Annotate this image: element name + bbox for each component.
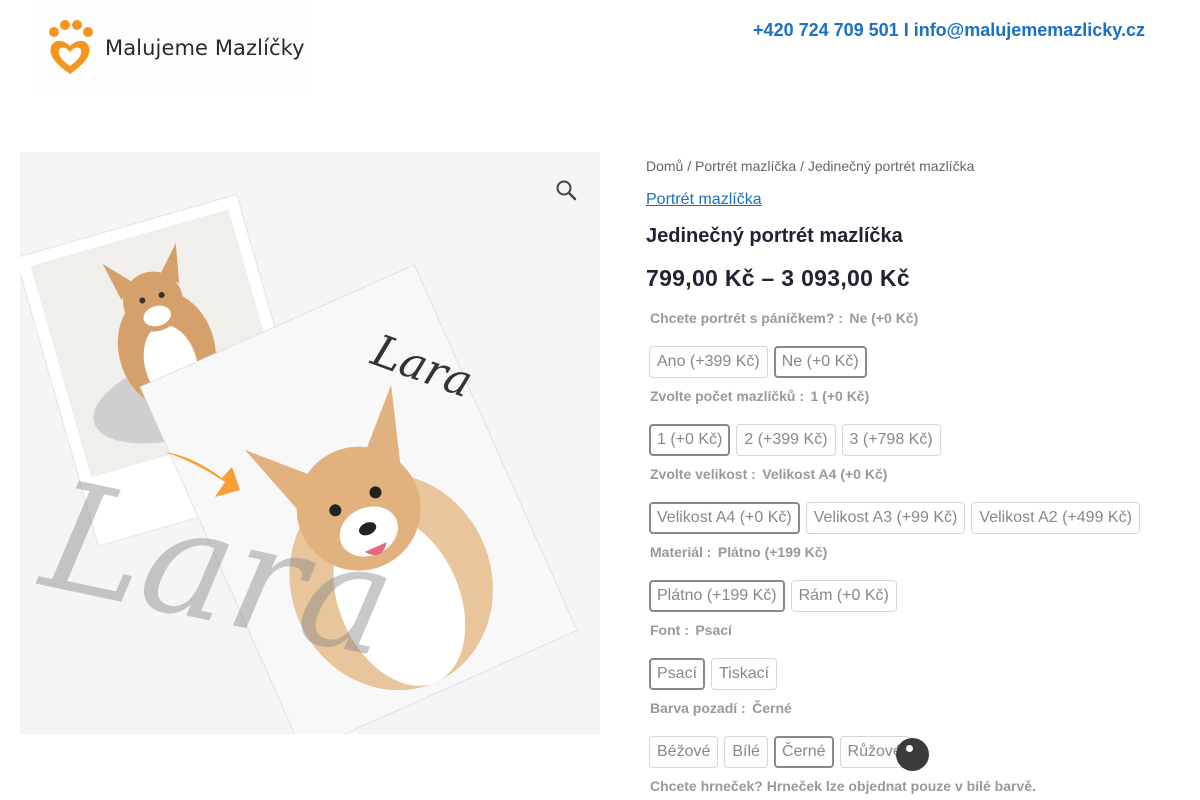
product-image[interactable]: Lara Lara xyxy=(20,152,600,734)
attribute-options: Velikost A4 (+0 Kč) Velikost A3 (+99 Kč) V… xyxy=(649,502,1140,534)
breadcrumb: Domů / Portrét mazlíčka / Jedinečný port… xyxy=(646,158,1156,174)
option-swatch[interactable]: Černé xyxy=(773,736,834,768)
attribute-label: Materiál : Plátno (+199 Kč) xyxy=(648,544,827,562)
attribute-name: Barva pozadí : xyxy=(650,700,746,716)
attribute-name: Materiál : xyxy=(650,544,712,560)
option-swatch[interactable]: Bílé xyxy=(724,736,768,768)
option-swatch[interactable]: 3 (+798 Kč) xyxy=(841,424,941,456)
option-swatch[interactable]: 2 (+399 Kč) xyxy=(736,424,836,456)
product-title: Jedinečný portrét mazlíčka xyxy=(646,225,903,247)
attribute-name: Chcete portrét s páníčkem? : xyxy=(650,310,843,326)
mug-question: Chcete hrneček? Hrneček lze objednat pou… xyxy=(648,778,1036,796)
option-swatch[interactable]: Béžové xyxy=(649,736,719,768)
breadcrumb-separator: / xyxy=(687,158,696,174)
attribute-name: Zvolte velikost : xyxy=(650,466,756,482)
product-price: 799,00 Kč – 3 093,00 Kč xyxy=(646,265,910,291)
attribute-value: Plátno (+199 Kč) xyxy=(717,544,828,560)
attribute-value: 1 (+0 Kč) xyxy=(810,388,870,404)
breadcrumb-separator: / xyxy=(800,158,808,174)
attribute-options: Ano (+399 Kč) Ne (+0 Kč) xyxy=(649,346,867,378)
attribute-label: Chcete portrét s páníčkem? : Ne (+0 Kč) xyxy=(648,310,918,328)
attribute-label: Font : Psací xyxy=(648,622,732,640)
product-category-link[interactable]: Portrét mazlíčka xyxy=(646,191,1156,209)
attribute-label: Zvolte počet mazlíčků : 1 (+0 Kč) xyxy=(648,388,869,406)
product-summary: Domů / Portrét mazlíčka / Jedinečný port… xyxy=(646,152,1156,292)
attribute-label: Zvolte velikost : Velikost A4 (+0 Kč) xyxy=(648,466,887,484)
site-header: Malujeme Mazlíčky +420 724 709 501 I inf… xyxy=(0,0,1200,100)
option-swatch[interactable]: Psací xyxy=(649,658,706,690)
option-swatch[interactable]: Tiskací xyxy=(711,658,778,690)
attribute-value: Černé xyxy=(752,700,792,716)
option-swatch[interactable]: Ano (+399 Kč) xyxy=(649,346,768,378)
attribute-name: Zvolte počet mazlíčků : xyxy=(650,388,805,404)
site-logo[interactable]: Malujeme Mazlíčky xyxy=(33,0,312,96)
option-swatch[interactable]: Velikost A2 (+499 Kč) xyxy=(971,502,1140,534)
attribute-value: Ne (+0 Kč) xyxy=(849,310,919,326)
option-swatch[interactable]: 1 (+0 Kč) xyxy=(649,424,731,456)
attribute-value: Velikost A4 (+0 Kč) xyxy=(762,466,888,482)
attribute-options: Psací Tiskací xyxy=(649,658,778,690)
breadcrumb-current: Jedinečný portrét mazlíčka xyxy=(807,158,975,174)
attribute-name: Font : xyxy=(650,622,689,638)
contact-info[interactable]: +420 724 709 501 I info@malujememazlicky… xyxy=(753,20,1145,41)
mug-label: Chcete hrneček? Hrneček lze objednat pou… xyxy=(650,778,1036,794)
attribute-value: Psací xyxy=(695,622,732,638)
attribute-options: 1 (+0 Kč) 2 (+399 Kč) 3 (+798 Kč) xyxy=(649,424,941,456)
attribute-options: Béžové Bílé Černé Růžové xyxy=(649,736,910,768)
attribute-label: Barva pozadí : Černé xyxy=(648,700,792,718)
breadcrumb-category[interactable]: Portrét mazlíčka xyxy=(695,158,796,174)
zoom-icon[interactable] xyxy=(554,178,578,202)
attribute-options: Plátno (+199 Kč) Rám (+0 Kč) xyxy=(649,580,897,612)
breadcrumb-home[interactable]: Domů xyxy=(646,158,683,174)
option-swatch[interactable]: Velikost A3 (+99 Kč) xyxy=(805,502,966,534)
option-swatch[interactable]: Ne (+0 Kč) xyxy=(773,346,867,378)
paw-heart-icon xyxy=(49,20,93,74)
option-swatch[interactable]: Rám (+0 Kč) xyxy=(790,580,897,612)
option-swatch[interactable]: Plátno (+199 Kč) xyxy=(649,580,785,612)
scroll-indicator[interactable] xyxy=(896,738,929,771)
product-illustration: Lara Lara xyxy=(20,152,600,734)
option-swatch[interactable]: Velikost A4 (+0 Kč) xyxy=(649,502,800,534)
logo-text: Malujeme Mazlíčky xyxy=(105,36,305,60)
